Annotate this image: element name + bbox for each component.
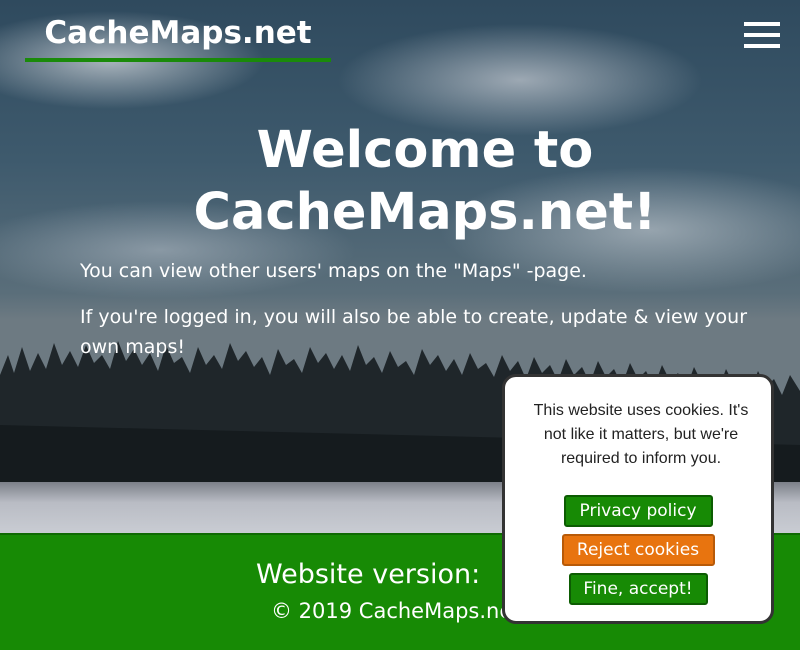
website-version-label: Website version: [256, 559, 481, 590]
menu-bar [744, 22, 780, 26]
accept-cookies-button[interactable]: Fine, accept! [568, 573, 708, 605]
intro-paragraph: You can view other users' maps on the "M… [80, 260, 587, 282]
site-brand-link[interactable]: CacheMaps.net [25, 14, 331, 62]
menu-bar [744, 44, 780, 48]
reject-cookies-button[interactable]: Reject cookies [561, 534, 715, 566]
copyright-text: © 2019 CacheMaps.net [271, 599, 521, 623]
privacy-policy-button[interactable]: Privacy policy [563, 495, 713, 527]
login-info-paragraph: If you're logged in, you will also be ab… [80, 306, 748, 358]
title-line-1: Welcome to [256, 121, 594, 180]
brand-name: CacheMaps.net [44, 15, 312, 51]
title-line-2: CacheMaps.net! [193, 183, 657, 242]
hamburger-menu-icon[interactable] [744, 22, 780, 50]
menu-bar [744, 33, 780, 37]
page-title: Welcome to CacheMaps.net! [50, 120, 800, 244]
cookie-message: This website uses cookies. It's not like… [533, 402, 749, 467]
cookie-consent-popup: This website uses cookies. It's not like… [502, 374, 774, 624]
